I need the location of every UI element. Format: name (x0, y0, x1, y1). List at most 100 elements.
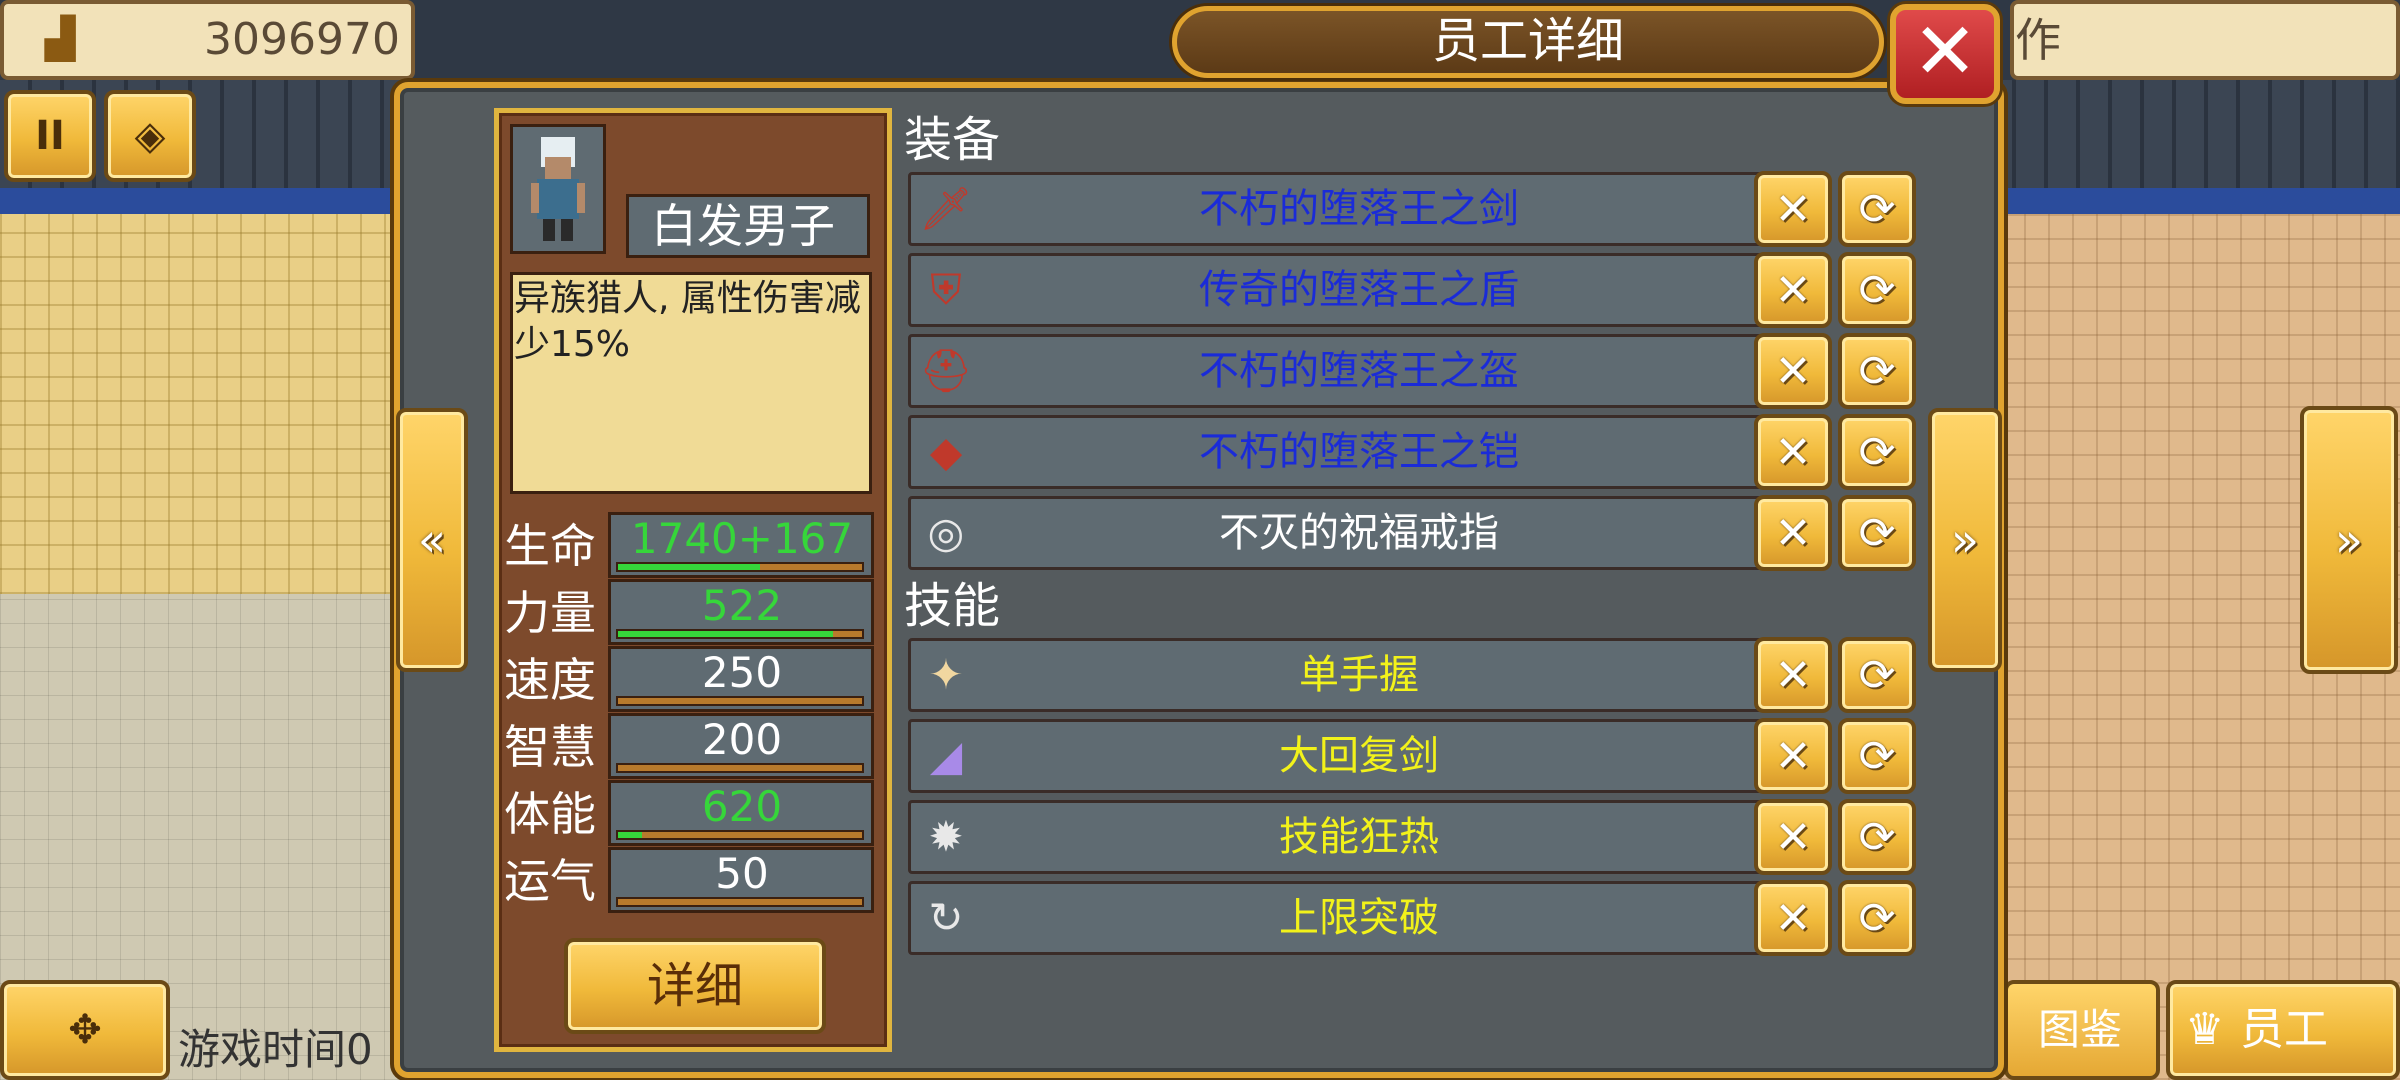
previous-staff-button[interactable]: « (396, 408, 468, 672)
swap-icon: ⟳ (1858, 507, 1896, 559)
swap-equipment-button[interactable]: ⟳ (1838, 171, 1916, 247)
skill-fever-icon: ✹ (928, 812, 964, 861)
skill-name: 技能狂热 (1279, 814, 1439, 860)
helmet-icon: ⛑ (919, 346, 973, 395)
stat-value: 200 (701, 715, 783, 764)
remove-icon: ✕ (1774, 507, 1812, 559)
stat-value: 1740+167 (630, 514, 854, 563)
swap-skill-button[interactable]: ⟳ (1838, 799, 1916, 875)
equipment-name: 不朽的堕落王之剑 (1199, 186, 1519, 232)
crown-icon: ♛ (2185, 1004, 2225, 1055)
move-button[interactable]: ✥ (0, 980, 170, 1080)
equipment-name: 不朽的堕落王之铠 (1199, 429, 1519, 475)
remove-icon: ✕ (1774, 264, 1812, 316)
equipment-name: 不朽的堕落王之盔 (1199, 348, 1519, 394)
remove-equipment-button[interactable]: ✕ (1754, 252, 1832, 328)
remove-equipment-button[interactable]: ✕ (1754, 495, 1832, 571)
stat-bar (616, 629, 864, 639)
stat-value: 250 (701, 648, 783, 697)
remove-icon: ✕ (1774, 345, 1812, 397)
remove-icon: ✕ (1774, 649, 1812, 701)
next-arrow-icon: » (1950, 513, 1980, 567)
next-arrow-icon: » (2334, 513, 2364, 567)
swap-icon: ⟳ (1858, 649, 1896, 701)
remove-icon: ✕ (1774, 892, 1812, 944)
remove-equipment-button[interactable]: ✕ (1754, 333, 1832, 409)
skill-name: 大回复剑 (1279, 733, 1439, 779)
swap-icon: ⟳ (1858, 264, 1896, 316)
stat-label: 速度 (504, 653, 596, 707)
remove-skill-button[interactable]: ✕ (1754, 880, 1832, 956)
limit-break-icon: ↻ (928, 893, 964, 942)
swap-icon: ⟳ (1858, 183, 1896, 235)
stat-label: 力量 (504, 586, 596, 640)
dialog-title: 员工详细 (1431, 13, 1624, 69)
stat-label: 运气 (504, 854, 596, 908)
equipment-name: 传奇的堕落王之盾 (1199, 267, 1519, 313)
crystal-sword-icon: ◢ (929, 731, 963, 780)
remove-skill-button[interactable]: ✕ (1754, 799, 1832, 875)
close-icon: ✕ (1912, 7, 1978, 97)
pause-button[interactable]: II (4, 90, 96, 182)
remove-skill-button[interactable]: ✕ (1754, 637, 1832, 713)
stat-label: 智慧 (504, 720, 596, 774)
remove-skill-button[interactable]: ✕ (1754, 718, 1832, 794)
swap-equipment-button[interactable]: ⟳ (1838, 414, 1916, 490)
swap-icon: ⟳ (1858, 892, 1896, 944)
gem-icon: ◈ (134, 113, 166, 159)
detail-button-label: 详细 (646, 958, 743, 1014)
character-description: 异族猎人, 属性伤害减少15% (514, 278, 861, 365)
swap-skill-button[interactable]: ⟳ (1838, 637, 1916, 713)
remove-equipment-button[interactable]: ✕ (1754, 414, 1832, 490)
remove-icon: ✕ (1774, 426, 1812, 478)
swap-icon: ⟳ (1858, 345, 1896, 397)
skill-name: 单手握 (1299, 652, 1419, 698)
character-portrait (510, 124, 606, 254)
swap-icon: ⟳ (1858, 730, 1896, 782)
swap-skill-button[interactable]: ⟳ (1838, 880, 1916, 956)
stat-value: 50 (715, 849, 769, 898)
swap-icon: ⟳ (1858, 426, 1896, 478)
pause-icon: II (35, 113, 65, 159)
stat-value: 522 (701, 581, 783, 630)
swap-equipment-button[interactable]: ⟳ (1838, 252, 1916, 328)
stat-bar (616, 562, 864, 572)
remove-icon: ✕ (1774, 730, 1812, 782)
gem-button[interactable]: ◈ (104, 90, 196, 182)
shield-icon: ⛨ (930, 265, 962, 314)
encyclopedia-label: 图鉴 (2037, 1005, 2122, 1054)
stat-bar-fill (618, 564, 760, 570)
blade-icon: ✦ (928, 650, 964, 699)
ring-icon: ◎ (927, 508, 965, 557)
next-staff-button[interactable]: » (1928, 408, 2002, 672)
character-sprite-icon (531, 137, 585, 241)
equipment-name: 不灭的祝福戒指 (1219, 510, 1499, 556)
move-icon: ✥ (68, 1007, 102, 1053)
stat-bar (616, 763, 864, 773)
staff-label: 员工 (2240, 1004, 2328, 1055)
remove-equipment-button[interactable]: ✕ (1754, 171, 1832, 247)
stat-label: 生命 (504, 519, 596, 573)
swap-equipment-button[interactable]: ⟳ (1838, 495, 1916, 571)
left-floor-tiles (0, 214, 400, 594)
swap-equipment-button[interactable]: ⟳ (1838, 333, 1916, 409)
swap-skill-button[interactable]: ⟳ (1838, 718, 1916, 794)
game-time-label: 游戏时间0 (178, 1025, 373, 1074)
prev-arrow-icon: « (417, 513, 447, 567)
gold-stack-icon: ▟ (44, 16, 76, 62)
sword-icon: 🗡 (919, 184, 973, 233)
armor-icon: ◆ (929, 427, 963, 476)
character-name: 白发男子 (651, 199, 835, 253)
swap-icon: ⟳ (1858, 811, 1896, 863)
stat-bar (616, 830, 864, 840)
outer-next-button[interactable]: » (2300, 406, 2398, 674)
skills-section-title: 技能 (904, 578, 1001, 634)
stat-bar (616, 897, 864, 907)
remove-icon: ✕ (1774, 811, 1812, 863)
stat-bar-fill (618, 832, 643, 838)
stat-label: 体能 (504, 787, 596, 841)
money-value: 3096970 (204, 14, 400, 65)
stat-bar (616, 696, 864, 706)
remove-icon: ✕ (1774, 183, 1812, 235)
stat-value: 620 (701, 782, 783, 831)
